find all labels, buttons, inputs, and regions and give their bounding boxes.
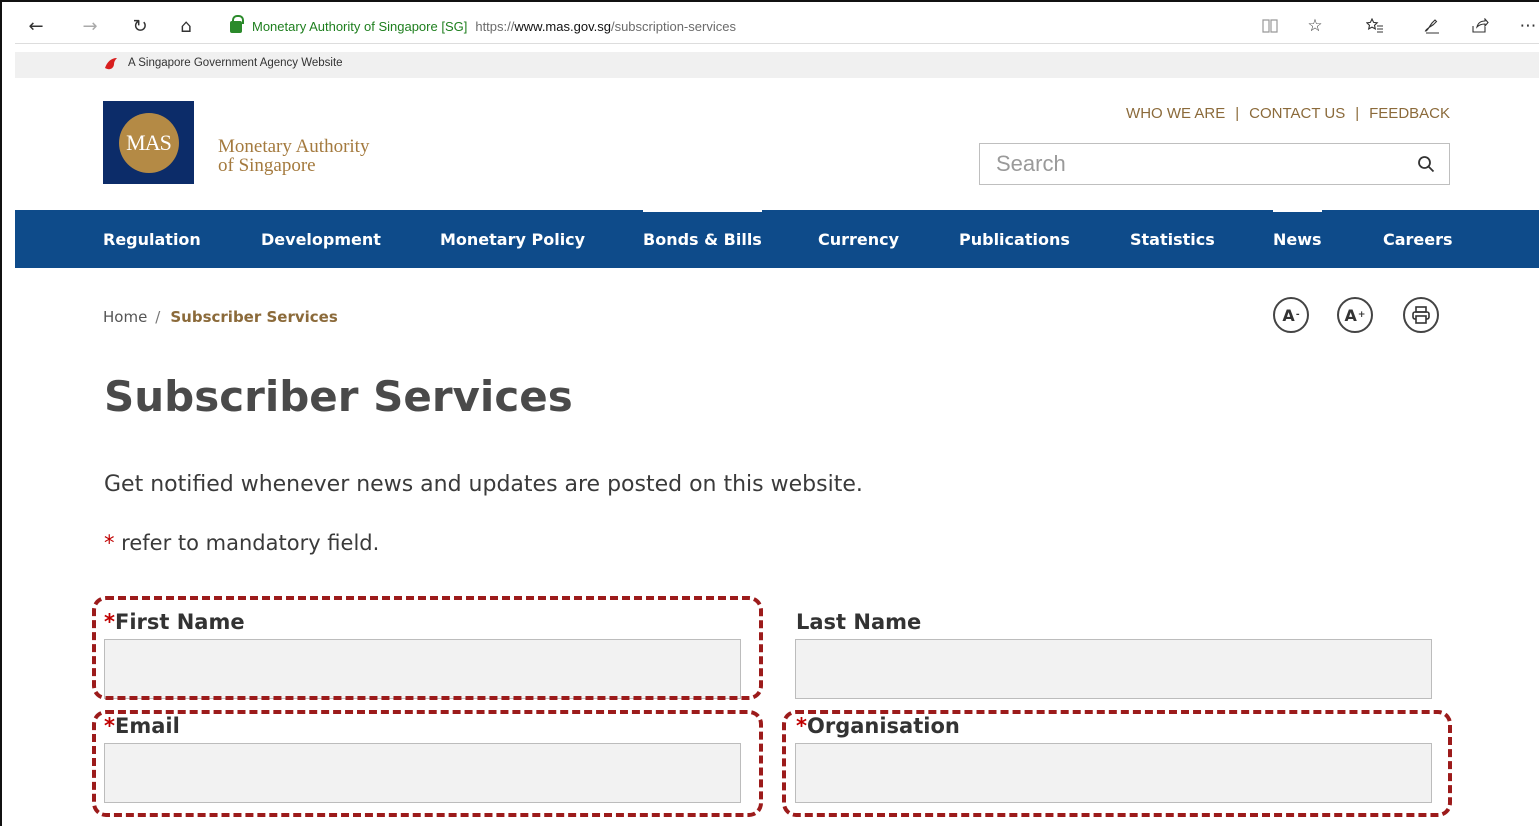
increase-symbol: +	[1357, 310, 1366, 320]
last-name-field[interactable]	[796, 640, 1431, 698]
lock-icon	[230, 15, 244, 33]
url-host: www.mas.gov.sg	[514, 18, 611, 34]
last-name-label-text: Last Name	[796, 610, 922, 634]
email-label-text: Email	[114, 714, 180, 738]
share-icon[interactable]	[1465, 8, 1495, 44]
favorites-hub-icon[interactable]	[1360, 8, 1390, 44]
top-link-separator: |	[1235, 105, 1240, 122]
mandatory-note-text: refer to mandatory field.	[114, 531, 380, 555]
favorite-star-icon[interactable]: ☆	[1300, 8, 1330, 44]
email-label: *Email	[104, 714, 180, 738]
logo-name[interactable]: Monetary Authority of Singapore	[218, 137, 369, 175]
logo-mark: MAS	[118, 112, 179, 173]
logo-name-line2: of Singapore	[218, 155, 316, 176]
required-star: *	[104, 610, 115, 634]
email-field[interactable]	[105, 744, 740, 802]
site-identity: Monetary Authority of Singapore [SG]	[252, 18, 468, 34]
increase-font-button[interactable]: A +	[1337, 297, 1373, 333]
breadcrumb: Home / Subscriber Services	[103, 308, 338, 326]
site-search	[979, 143, 1450, 185]
nav-news[interactable]: News	[1273, 210, 1322, 268]
nav-currency[interactable]: Currency	[818, 210, 899, 268]
nav-regulation[interactable]: Regulation	[103, 210, 201, 268]
page-title: Subscriber Services	[104, 372, 573, 421]
search-icon[interactable]	[1417, 155, 1435, 173]
last-name-label: Last Name	[796, 610, 921, 634]
more-icon[interactable]: ⋯	[1513, 8, 1539, 44]
logo-name-line1: Monetary Authority	[218, 136, 370, 157]
nav-careers[interactable]: Careers	[1383, 210, 1453, 268]
nav-statistics[interactable]: Statistics	[1130, 210, 1215, 268]
gov-banner: A Singapore Government Agency Website	[15, 52, 1539, 78]
email-field-wrap	[104, 743, 741, 803]
organisation-label-text: Organisation	[806, 714, 960, 738]
breadcrumb-separator: /	[155, 308, 161, 326]
nav-bonds-bills[interactable]: Bonds & Bills	[643, 210, 762, 268]
organisation-field[interactable]	[796, 744, 1431, 802]
first-name-label-text: First Name	[114, 610, 245, 634]
first-name-field[interactable]	[105, 640, 740, 698]
back-icon[interactable]: ←	[19, 8, 53, 44]
nav-monetary-policy[interactable]: Monetary Policy	[440, 210, 585, 268]
required-star: *	[104, 714, 115, 738]
first-name-field-wrap	[104, 639, 741, 699]
organisation-field-wrap	[795, 743, 1432, 803]
breadcrumb-current: Subscriber Services	[170, 308, 338, 326]
nav-development[interactable]: Development	[261, 210, 381, 268]
who-we-are-link[interactable]: WHO WE ARE	[1126, 105, 1225, 122]
breadcrumb-home[interactable]: Home	[103, 308, 147, 326]
required-star: *	[104, 531, 115, 555]
url-scheme: https://	[475, 18, 515, 34]
contact-us-link[interactable]: CONTACT US	[1249, 105, 1345, 122]
search-input[interactable]	[980, 144, 1400, 184]
reading-view-icon[interactable]	[1255, 8, 1285, 44]
last-name-field-wrap	[795, 639, 1432, 699]
mandatory-note: * refer to mandatory field.	[104, 531, 379, 555]
print-icon	[1412, 306, 1430, 324]
lion-head-icon	[105, 58, 117, 70]
organisation-label: *Organisation	[796, 714, 960, 738]
address-bar[interactable]: Monetary Authority of Singapore [SG] htt…	[230, 8, 736, 44]
print-button[interactable]	[1403, 297, 1439, 333]
decrease-font-icon: A	[1282, 305, 1295, 325]
decrease-symbol: -	[1295, 310, 1300, 320]
first-name-label: *First Name	[104, 610, 245, 634]
forward-icon[interactable]: →	[73, 8, 107, 44]
increase-font-icon: A	[1344, 305, 1357, 325]
url-path: /subscription-services	[610, 18, 736, 34]
required-star: *	[796, 714, 807, 738]
decrease-font-button[interactable]: A-	[1273, 297, 1309, 333]
home-icon[interactable]: ⌂	[169, 8, 203, 44]
gov-banner-text: A Singapore Government Agency Website	[128, 57, 343, 69]
feedback-link[interactable]: FEEDBACK	[1369, 105, 1450, 122]
intro-text: Get notified whenever news and updates a…	[104, 472, 863, 497]
nav-publications[interactable]: Publications	[959, 210, 1070, 268]
pen-icon[interactable]	[1417, 8, 1447, 44]
browser-toolbar: ← → ↻ ⌂ Monetary Authority of Singapore …	[15, 8, 1539, 44]
top-links: WHO WE ARE | CONTACT US | FEEDBACK	[1126, 105, 1450, 122]
refresh-icon[interactable]: ↻	[123, 8, 157, 44]
main-nav: Regulation Development Monetary Policy B…	[15, 210, 1539, 268]
mas-logo[interactable]: MAS	[103, 101, 194, 184]
top-link-separator: |	[1355, 105, 1360, 122]
